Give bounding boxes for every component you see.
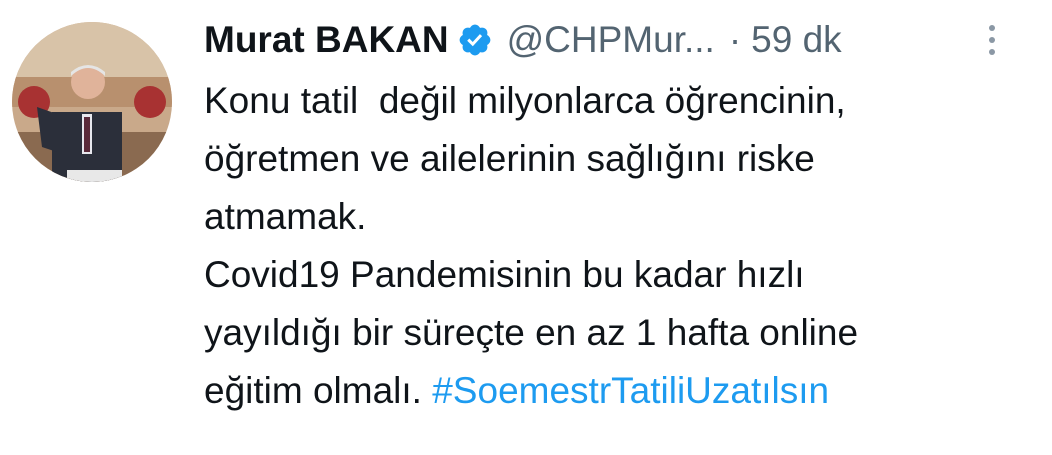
author-handle[interactable]: @CHPMur...	[507, 19, 715, 61]
avatar-photo	[12, 22, 172, 182]
more-vertical-icon[interactable]	[972, 18, 1012, 62]
tweet-text-line: atmamak.	[204, 196, 367, 237]
author-name[interactable]: Murat BAKAN	[204, 19, 449, 61]
tweet-header: Murat BAKAN @CHPMur... · 59 dk	[204, 10, 842, 70]
hashtag-link[interactable]: #SoemestrTatiliUzatılsın	[432, 370, 829, 411]
tweet-text-line: eğitim olmalı.	[204, 370, 433, 411]
avatar[interactable]	[12, 22, 172, 182]
tweet-text-line: Konu tatil değil milyonlarca öğrencinin,	[204, 80, 846, 121]
separator-dot: ·	[728, 19, 742, 60]
tweet-text-line: öğretmen ve ailelerinin sağlığını riske	[204, 138, 815, 179]
tweet[interactable]: Murat BAKAN @CHPMur... · 59 dk Konu tati…	[0, 0, 1052, 455]
tweet-text-line: yayıldığı bir süreçte en az 1 hafta onli…	[204, 312, 859, 353]
tweet-text: Konu tatil değil milyonlarca öğrencinin,…	[204, 72, 1044, 420]
tweet-text-last-line: eğitim olmalı. #SoemestrTatiliUzatılsın	[204, 362, 1044, 420]
tweet-text-line: Covid19 Pandemisinin bu kadar hızlı	[204, 254, 805, 295]
tweet-timestamp[interactable]: 59 dk	[751, 19, 842, 61]
verified-badge-icon	[457, 22, 493, 58]
